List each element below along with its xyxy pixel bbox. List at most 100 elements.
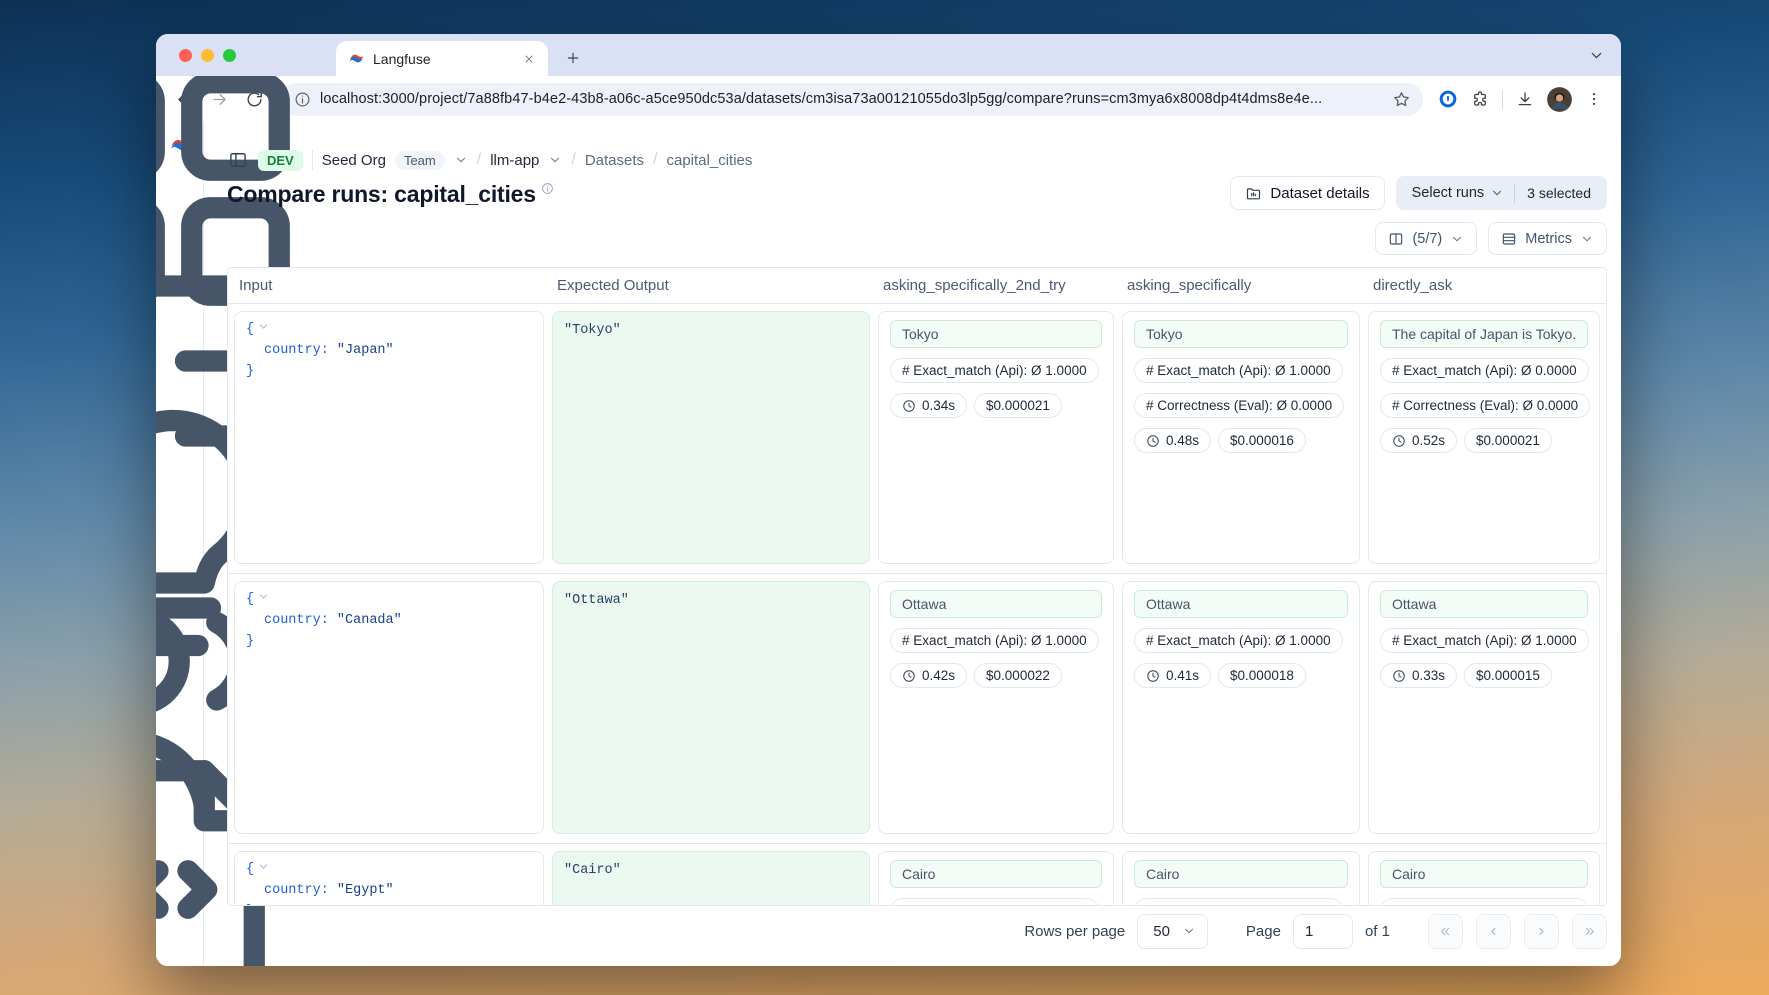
org-role-badge: Team xyxy=(395,151,445,170)
browser-profile-avatar[interactable] xyxy=(1546,86,1573,113)
run-cell[interactable]: Ottawa# Exact_match (Api): Ø 1.00000.42s… xyxy=(878,581,1114,834)
langfuse-favicon xyxy=(348,50,365,67)
tab-close-icon[interactable] xyxy=(520,50,538,68)
browser-menu-icon[interactable] xyxy=(1579,84,1609,114)
browser-tab[interactable]: Langfuse xyxy=(336,41,548,76)
json-line: { xyxy=(246,860,532,881)
fullscreen-window-button[interactable] xyxy=(223,49,236,62)
score-badge: # Exact_match (Api): Ø 1.0000 xyxy=(1380,898,1589,906)
next-page-button[interactable] xyxy=(1524,914,1559,949)
chevron-down-icon[interactable] xyxy=(454,153,468,167)
extensions-puzzle-icon[interactable] xyxy=(1465,84,1495,114)
rows-per-page-value: 50 xyxy=(1153,923,1170,940)
page-label: Page xyxy=(1246,923,1281,940)
dataset-details-button[interactable]: Dataset details xyxy=(1230,176,1384,210)
run-output: Cairo xyxy=(1380,860,1588,888)
collapse-icon[interactable] xyxy=(257,860,270,873)
breadcrumb-dataset-name[interactable]: capital_cities xyxy=(667,152,753,169)
panel-toggle-icon[interactable] xyxy=(227,149,249,171)
table-row: {country: "Japan"}"Tokyo"Tokyo# Exact_ma… xyxy=(228,304,1606,574)
input-cell[interactable]: {country: "Egypt"} xyxy=(234,851,544,906)
run-cell[interactable]: The capital of Japan is Tokyo.# Exact_ma… xyxy=(1368,311,1600,564)
expected-output-cell[interactable]: "Tokyo" xyxy=(552,311,870,564)
minimize-window-button[interactable] xyxy=(201,49,214,62)
run-cell[interactable]: Ottawa # Exact_match (Api): Ø 1.0000 0.33s… xyxy=(1368,581,1600,834)
breadcrumb: DEV Seed Org Team / llm-app / Datasets /… xyxy=(227,148,752,172)
sidebar-item-file-code[interactable] xyxy=(156,860,190,894)
input-json: {country: "Canada"} xyxy=(246,590,532,653)
json-line: { xyxy=(246,590,532,611)
tab-search-icon[interactable] xyxy=(1588,47,1605,64)
dataset-details-label: Dataset details xyxy=(1270,185,1369,202)
first-page-button[interactable] xyxy=(1428,914,1463,949)
compare-table: InputExpected Outputasking_specifically_… xyxy=(227,267,1607,906)
score-badge: # Exact_match (Api): Ø 1.0000 xyxy=(1380,628,1589,653)
run-output: Ottawa xyxy=(1134,590,1348,618)
downloads-icon[interactable] xyxy=(1510,84,1540,114)
tab-strip: Langfuse xyxy=(156,34,1621,76)
rows-per-page-select[interactable]: 50 xyxy=(1137,914,1208,949)
latency-badge: 0.42s xyxy=(890,663,967,688)
latency-badge: 0.33s xyxy=(1380,663,1457,688)
url-bar[interactable]: localhost:3000/project/7a88fb47-b4e2-43b… xyxy=(281,83,1423,116)
column-visibility-label: (5/7) xyxy=(1412,231,1442,247)
sidebar-item-tracing[interactable] xyxy=(156,344,190,378)
metrics-label: Metrics xyxy=(1525,231,1572,247)
sidebar-item-dashboard[interactable] xyxy=(156,172,190,206)
input-cell[interactable]: {country: "Canada"} xyxy=(234,581,544,834)
rows-per-page-label: Rows per page xyxy=(1024,923,1125,940)
column-header: directly_ask xyxy=(1368,277,1600,294)
chevron-down-icon[interactable] xyxy=(548,153,562,167)
breadcrumb-separator: / xyxy=(477,151,481,169)
json-line: country: "Canada" xyxy=(246,611,532,632)
previous-page-button[interactable] xyxy=(1476,914,1511,949)
close-window-button[interactable] xyxy=(179,49,192,62)
select-runs-control[interactable]: Select runs 3 selected xyxy=(1396,176,1607,210)
run-cell[interactable]: Tokyo# Exact_match (Api): Ø 1.0000# Corr… xyxy=(1122,311,1360,564)
clock-icon xyxy=(902,669,916,683)
metrics-button[interactable]: Metrics xyxy=(1488,222,1607,255)
run-output: Ottawa xyxy=(890,590,1102,618)
breadcrumb-datasets[interactable]: Datasets xyxy=(585,152,644,169)
latency-badge: 0.41s xyxy=(1134,663,1211,688)
expected-output-cell[interactable]: "Ottawa" xyxy=(552,581,870,834)
score-badge: # Correctness (Eval): Ø 0.0000 xyxy=(1380,393,1590,418)
cost-badge: $0.000021 xyxy=(1464,428,1552,453)
run-output: Cairo xyxy=(1134,860,1348,888)
clock-icon xyxy=(1146,669,1160,683)
column-header: asking_specifically_2nd_try xyxy=(878,277,1114,294)
run-cell[interactable]: Cairo # Exact_match (Api): Ø 1.0000 xyxy=(1368,851,1600,906)
page-input[interactable] xyxy=(1293,914,1353,949)
last-page-button[interactable] xyxy=(1572,914,1607,949)
selected-count: 3 selected xyxy=(1515,185,1607,201)
sidebar-item-lightbulb[interactable] xyxy=(156,516,190,550)
expected-output-cell[interactable]: "Cairo" xyxy=(552,851,870,906)
env-badge: DEV xyxy=(258,150,303,171)
score-badge: # Correctness (Eval): Ø 0.0000 xyxy=(1134,393,1344,418)
json-line: } xyxy=(246,362,532,383)
cost-badge: $0.000022 xyxy=(974,663,1062,688)
chevron-down-icon xyxy=(1182,924,1196,938)
breadcrumb-project[interactable]: llm-app xyxy=(490,152,539,169)
password-manager-extension-icon[interactable] xyxy=(1433,84,1463,114)
info-icon[interactable] xyxy=(541,182,554,195)
collapse-icon[interactable] xyxy=(257,320,270,333)
cost-badge: $0.000021 xyxy=(974,393,1062,418)
sidebar-item-users[interactable] xyxy=(156,688,190,722)
column-header: Input xyxy=(234,277,544,294)
bookmark-star-icon[interactable] xyxy=(1392,90,1411,109)
select-runs-label: Select runs xyxy=(1412,185,1485,201)
new-tab-button[interactable] xyxy=(560,45,586,71)
column-visibility-button[interactable]: (5/7) xyxy=(1375,222,1477,255)
run-cell[interactable]: Cairo# Exact_match (Api): Ø 1.0000 xyxy=(878,851,1114,906)
run-output: Ottawa xyxy=(1380,590,1588,618)
collapse-icon[interactable] xyxy=(257,590,270,603)
run-cell[interactable]: Tokyo# Exact_match (Api): Ø 1.00000.34s$… xyxy=(878,311,1114,564)
breadcrumb-divider xyxy=(312,150,313,170)
json-line: { xyxy=(246,320,532,341)
run-cell[interactable]: Cairo# Exact_match (Api): Ø 1.0000 xyxy=(1122,851,1360,906)
input-cell[interactable]: {country: "Japan"} xyxy=(234,311,544,564)
toolbar-divider xyxy=(1502,90,1503,109)
run-cell[interactable]: Ottawa# Exact_match (Api): Ø 1.00000.41s… xyxy=(1122,581,1360,834)
breadcrumb-org[interactable]: Seed Org xyxy=(322,152,386,169)
